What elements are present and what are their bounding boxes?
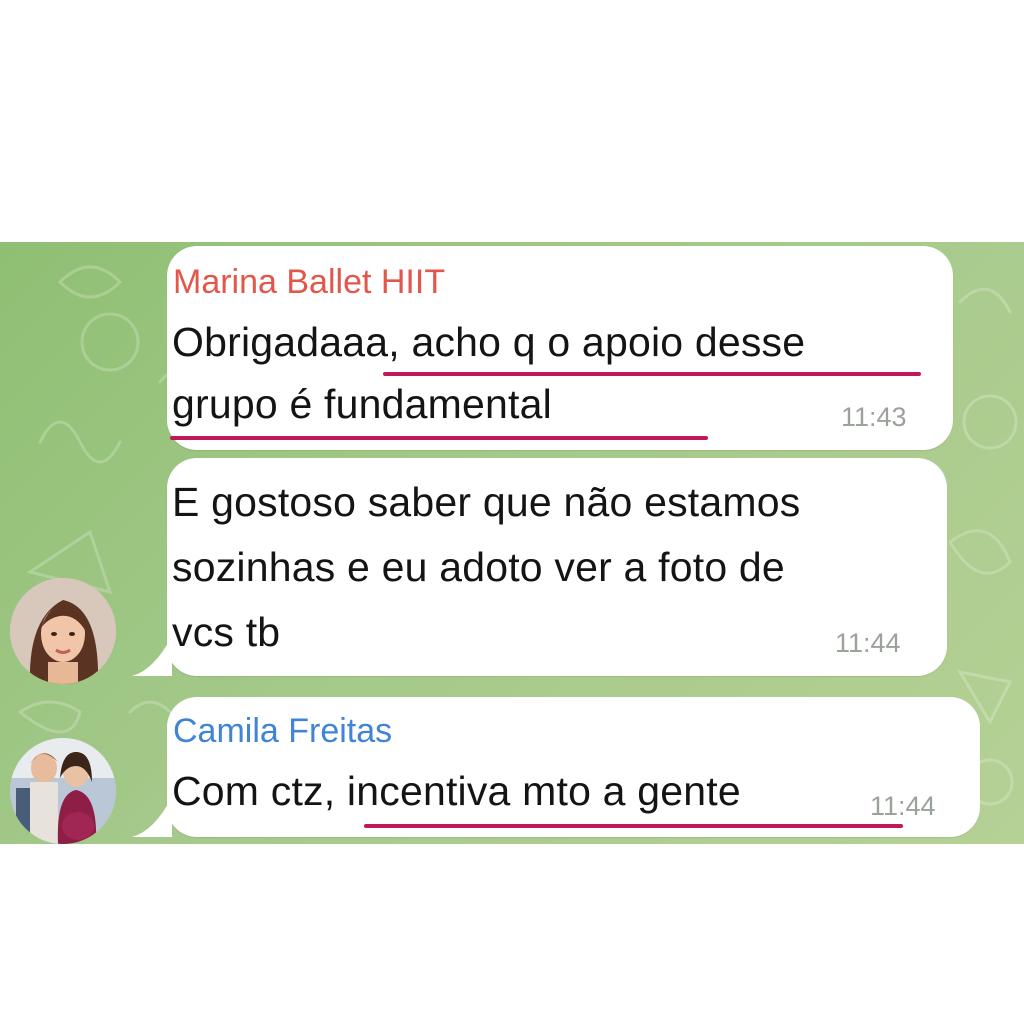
message-text-line: sozinhas e eu adoto ver a foto de bbox=[172, 544, 785, 590]
message-timestamp: 11:44 bbox=[870, 791, 936, 821]
message-timestamp: 11:43 bbox=[841, 402, 907, 432]
message-text-line: vcs tb bbox=[172, 609, 281, 655]
message-bubble[interactable]: E gostoso saber que não estamos sozinhas… bbox=[167, 458, 947, 676]
avatar-marina[interactable] bbox=[10, 578, 116, 684]
bubble-tail bbox=[132, 636, 172, 676]
message-bubble[interactable]: Marina Ballet HIIT Obrigadaaa, acho q o … bbox=[167, 246, 953, 450]
message-text-line: Obrigadaaa, acho q o apoio desse bbox=[172, 319, 806, 365]
message-text-line: grupo é fundamental bbox=[172, 381, 552, 427]
highlight-underline bbox=[364, 824, 903, 828]
message-bubble[interactable]: Camila Freitas Com ctz, incentiva mto a … bbox=[167, 697, 980, 837]
message-text-line: E gostoso saber que não estamos bbox=[172, 479, 801, 525]
highlight-underline bbox=[170, 436, 708, 440]
message-text-line: Com ctz, incentiva mto a gente bbox=[172, 768, 741, 814]
sender-name[interactable]: Marina Ballet HIIT bbox=[173, 262, 445, 302]
highlight-underline bbox=[383, 372, 921, 376]
sender-name[interactable]: Camila Freitas bbox=[173, 711, 392, 751]
avatar-camila[interactable] bbox=[10, 738, 116, 844]
message-timestamp: 11:44 bbox=[835, 628, 901, 658]
bubble-tail bbox=[132, 797, 172, 837]
